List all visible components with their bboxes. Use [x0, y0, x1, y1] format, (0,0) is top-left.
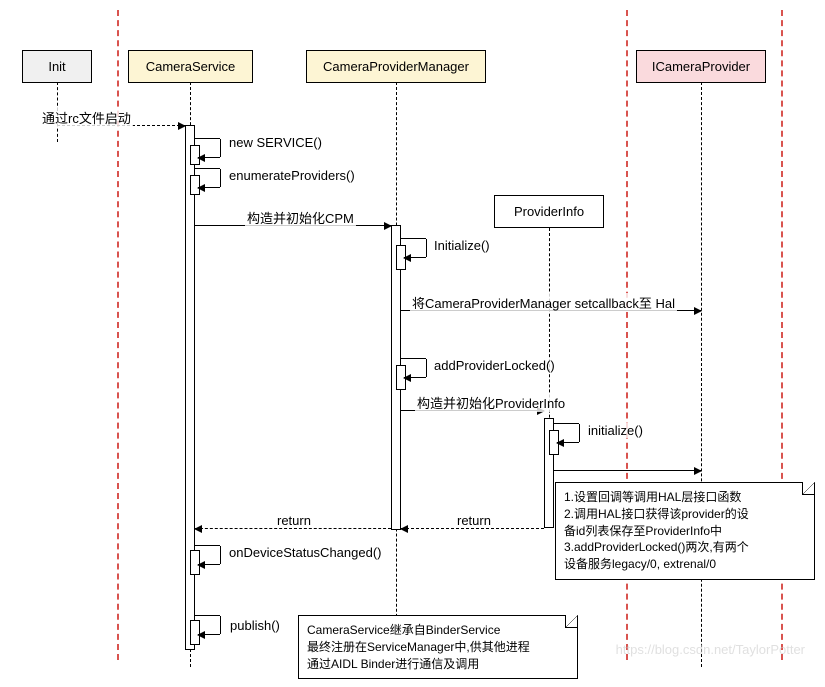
msg-init-pi-label: 构造并初始化ProviderInfo: [415, 393, 567, 412]
participant-provider-info: ProviderInfo: [494, 195, 604, 228]
msg-initialize2: [554, 423, 580, 443]
note1-line5: 设备服务legacy/0, extrenal/0: [564, 556, 806, 573]
note1-line3: 备id列表保存至ProviderInfo中: [564, 523, 806, 540]
msg-publish: [195, 615, 221, 635]
msg-initialize: [401, 238, 427, 258]
participant-init: Init: [22, 50, 92, 83]
participant-camera-service: CameraService: [128, 50, 253, 83]
note2-line2: 最终注册在ServiceManager中,供其他进程: [307, 639, 569, 656]
msg-on-status-label: onDeviceStatusChanged(): [227, 545, 383, 560]
note-hal-steps: 1.设置回调等调用HAL层接口函数 2.调用HAL接口获得该provider的设…: [555, 482, 815, 580]
msg-initialize2-label: initialize(): [586, 423, 645, 438]
msg-add-provider-label: addProviderLocked(): [432, 358, 557, 373]
note1-line2: 2.调用HAL接口获得该provider的设: [564, 506, 806, 523]
msg-new-service: [195, 138, 221, 158]
msg-return1-label: return: [455, 513, 493, 528]
msg-publish-label: publish(): [228, 618, 282, 633]
msg-return1-arrow: [401, 528, 544, 529]
msg-start-label: 通过rc文件启动: [40, 108, 133, 127]
watermark: https://blog.csdn.net/TaylorPotter: [616, 642, 805, 657]
msg-on-status: [195, 545, 221, 565]
note1-line1: 1.设置回调等调用HAL层接口函数: [564, 489, 806, 506]
msg-new-service-label: new SERVICE(): [227, 135, 324, 150]
msg-setcallback-label: 将CameraProviderManager setcallback至 Hal: [410, 293, 677, 312]
msg-return2-label: return: [275, 513, 313, 528]
note-binder-service: CameraService继承自BinderService 最终注册在Servi…: [298, 615, 578, 679]
msg-return2-arrow: [195, 528, 391, 529]
note1-line4: 3.addProviderLocked()两次,有两个: [564, 539, 806, 556]
note2-line1: CameraService继承自BinderService: [307, 622, 569, 639]
participant-camera-provider-manager: CameraProviderManager: [306, 50, 486, 83]
msg-init-cpm-label: 构造并初始化CPM: [245, 208, 356, 227]
msg-add-provider: [401, 358, 427, 378]
msg-enum-providers-label: enumerateProviders(): [227, 168, 357, 183]
msg-pi-to-icp-arrow: [554, 470, 701, 471]
msg-enum-providers: [195, 168, 221, 188]
note2-line3: 通过AIDL Binder进行通信及调用: [307, 656, 569, 673]
participant-icamera-provider: ICameraProvider: [636, 50, 766, 83]
msg-initialize-label: Initialize(): [432, 238, 492, 253]
